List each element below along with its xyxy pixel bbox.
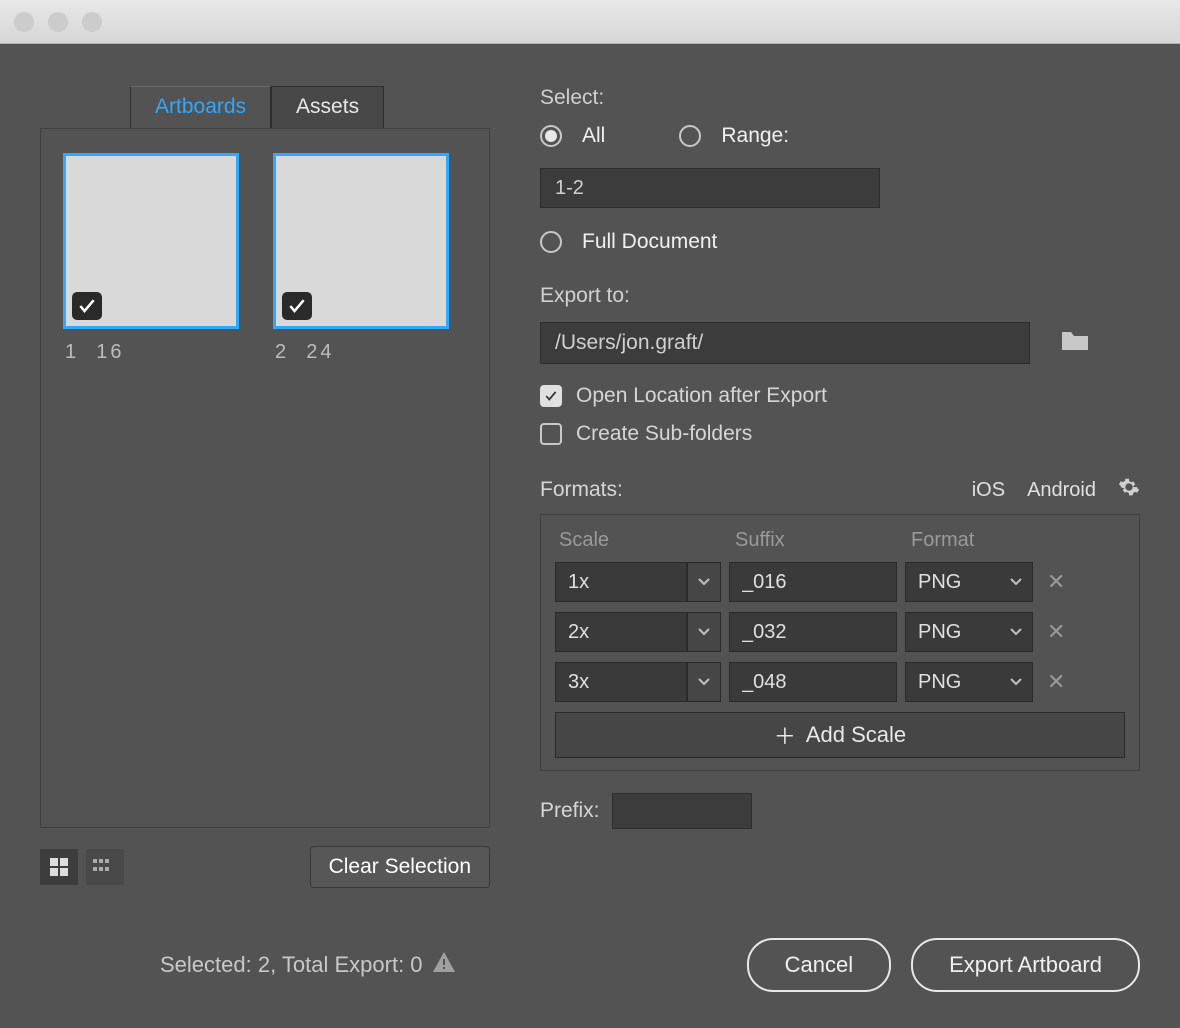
create-subfolders-label: Create Sub-folders <box>576 422 752 446</box>
export-artboard-button[interactable]: Export Artboard <box>911 938 1140 992</box>
remove-row-button[interactable]: ✕ <box>1047 669 1065 695</box>
window-titlebar <box>0 0 1180 44</box>
suffix-input[interactable] <box>729 612 897 652</box>
add-scale-button[interactable]: ＋ Add Scale <box>555 712 1125 758</box>
artboard-thumbnails-panel: 1 16 2 24 <box>40 128 490 828</box>
format-row: ✕ <box>555 662 1125 702</box>
select-range-label: Range: <box>721 124 789 148</box>
select-full-doc-radio[interactable] <box>540 231 562 253</box>
select-section-label: Select: <box>540 86 1140 110</box>
minimize-window-button[interactable] <box>48 12 68 32</box>
select-all-radio[interactable] <box>540 125 562 147</box>
add-scale-label: Add Scale <box>806 722 906 748</box>
list-view-button[interactable] <box>86 849 124 885</box>
prefix-input[interactable] <box>612 793 752 829</box>
col-scale-header: Scale <box>559 529 735 552</box>
create-subfolders-checkbox[interactable] <box>540 423 562 445</box>
preset-android-button[interactable]: Android <box>1027 479 1096 502</box>
remove-row-button[interactable]: ✕ <box>1047 619 1065 645</box>
format-dropdown-button[interactable] <box>999 562 1033 602</box>
grid-view-button[interactable] <box>40 849 78 885</box>
clear-selection-button[interactable]: Clear Selection <box>310 846 490 888</box>
scale-dropdown-button[interactable] <box>687 662 721 702</box>
suffix-input[interactable] <box>729 662 897 702</box>
artboard-thumbnail[interactable] <box>273 153 449 329</box>
warning-icon <box>433 952 455 978</box>
remove-row-button[interactable]: ✕ <box>1047 569 1065 595</box>
artboard-label: 2 24 <box>273 341 449 364</box>
artboard-selected-check-icon <box>282 292 312 320</box>
scale-select[interactable] <box>555 662 687 702</box>
tab-artboards[interactable]: Artboards <box>130 86 271 128</box>
formats-table: Scale Suffix Format ✕ <box>540 514 1140 771</box>
close-window-button[interactable] <box>14 12 34 32</box>
cancel-button[interactable]: Cancel <box>747 938 891 992</box>
format-row: ✕ <box>555 612 1125 652</box>
plus-icon: ＋ <box>774 719 796 751</box>
open-location-label: Open Location after Export <box>576 384 827 408</box>
zoom-window-button[interactable] <box>82 12 102 32</box>
scale-dropdown-button[interactable] <box>687 612 721 652</box>
tab-bar: Artboards Assets <box>130 86 490 128</box>
format-dropdown-button[interactable] <box>999 662 1033 702</box>
prefix-label: Prefix: <box>540 799 600 823</box>
select-range-radio[interactable] <box>679 125 701 147</box>
artboard-thumbnail[interactable] <box>63 153 239 329</box>
selection-status: Selected: 2, Total Export: 0 <box>160 952 455 978</box>
select-all-label: All <box>582 124 605 148</box>
format-dropdown-button[interactable] <box>999 612 1033 652</box>
preset-ios-button[interactable]: iOS <box>972 479 1005 502</box>
scale-select[interactable] <box>555 612 687 652</box>
artboard-selected-check-icon <box>72 292 102 320</box>
select-full-doc-label: Full Document <box>582 230 717 254</box>
artboard-label: 1 16 <box>63 341 239 364</box>
export-to-label: Export to: <box>540 284 1140 308</box>
browse-folder-button[interactable] <box>1060 328 1090 358</box>
export-path-input[interactable] <box>540 322 1030 364</box>
suffix-input[interactable] <box>729 562 897 602</box>
tab-assets[interactable]: Assets <box>271 86 384 128</box>
format-row: ✕ <box>555 562 1125 602</box>
col-format-header: Format <box>911 529 1079 552</box>
range-input[interactable] <box>540 168 880 208</box>
formats-settings-button[interactable] <box>1118 476 1140 504</box>
open-location-checkbox[interactable] <box>540 385 562 407</box>
col-suffix-header: Suffix <box>735 529 911 552</box>
formats-label: Formats: <box>540 478 972 502</box>
scale-dropdown-button[interactable] <box>687 562 721 602</box>
scale-select[interactable] <box>555 562 687 602</box>
